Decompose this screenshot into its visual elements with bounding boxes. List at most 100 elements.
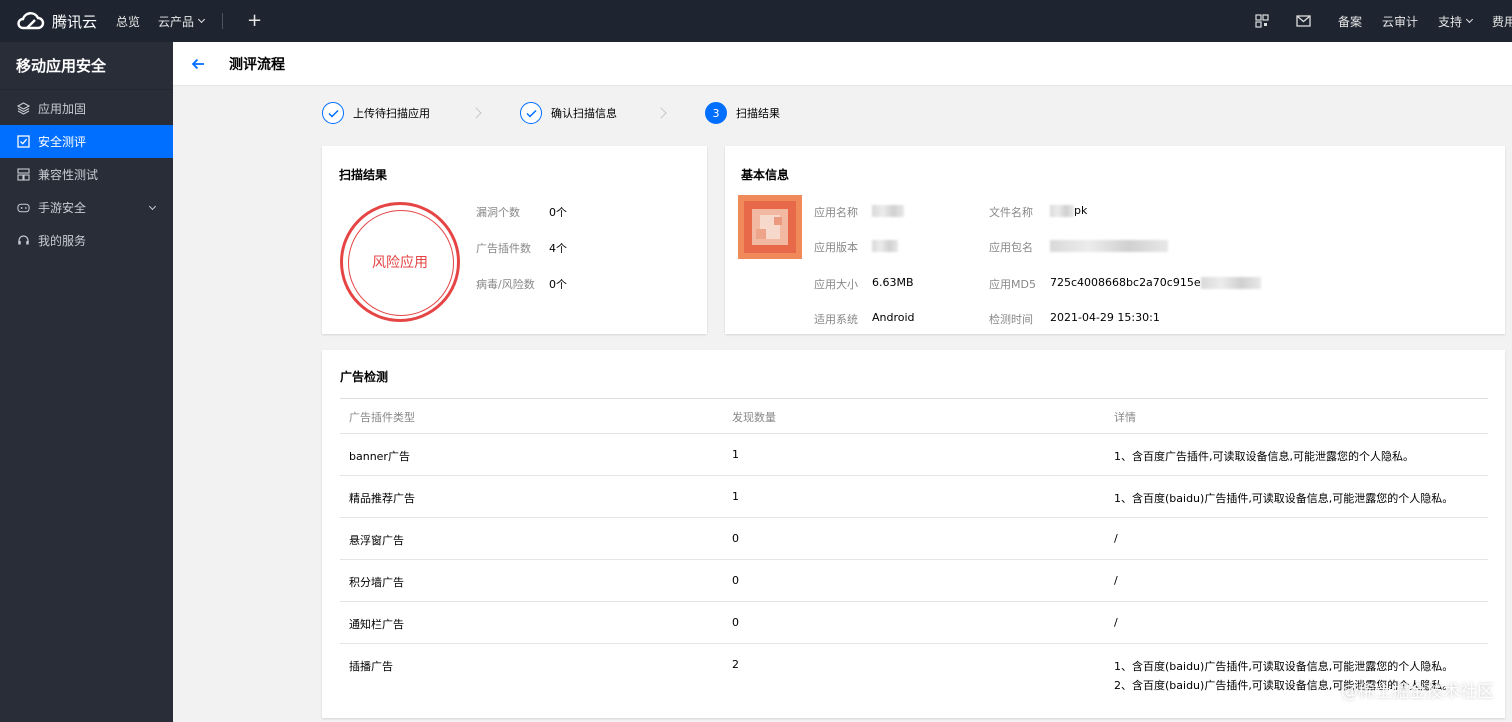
- info-label: 文件名称: [989, 206, 1033, 219]
- ad-type-cell: 精品推荐广告: [349, 492, 415, 505]
- main-content: 测评流程 上传待扫描应用 确认扫描信息 3 扫描结果 扫描结果 风险应用 漏洞个…: [173, 42, 1512, 722]
- ad-detail-cell: 1、含百度广告插件,可读取设备信息,可能泄露您的个人隐私。: [1114, 450, 1414, 463]
- info-label: 应用版本: [814, 241, 858, 254]
- sidebar-item-mobile-game-security[interactable]: 手游安全: [0, 191, 173, 224]
- sidebar-item-compatibility-test[interactable]: 兼容性测试: [0, 158, 173, 191]
- nav-cloud-products[interactable]: 云产品: [158, 13, 206, 30]
- info-label: 应用大小: [814, 278, 858, 291]
- sidebar-item-my-services[interactable]: 我的服务: [0, 224, 173, 257]
- stat-value: 0个: [549, 278, 567, 291]
- chevron-down-icon: [148, 202, 157, 211]
- column-header: 详情: [1114, 411, 1136, 424]
- sidebar-item-security-assessment[interactable]: 安全测评: [0, 125, 173, 158]
- table-row: 悬浮窗广告 0 /: [340, 517, 1488, 559]
- sidebar-item-label: 应用加固: [38, 102, 87, 116]
- sidebar: 移动应用安全 应用加固 安全测评 兼容性测试 手游安全 我的服务: [0, 42, 173, 722]
- card-title: 基本信息: [741, 168, 790, 182]
- cloud-logo-icon: [17, 12, 45, 30]
- table-row: banner广告 1 1、含百度广告插件,可读取设备信息,可能泄露您的个人隐私。: [340, 433, 1488, 475]
- add-shortcut-icon[interactable]: +: [247, 12, 262, 30]
- scan-time-value: 2021-04-29 15:30:1: [1050, 311, 1160, 324]
- sidebar-item-label: 兼容性测试: [38, 168, 99, 182]
- table-header-row: 广告插件类型 发现数量 详情: [340, 398, 1488, 433]
- ad-type-cell: 插播广告: [349, 660, 393, 673]
- step-label: 扫描结果: [736, 107, 780, 120]
- ad-detail-line: 1、含百度(baidu)广告插件,可读取设备信息,可能泄露您的个人隐私。: [1114, 660, 1454, 673]
- gamepad-icon: [17, 201, 30, 214]
- tencent-cloud-logo[interactable]: 腾讯云: [0, 10, 116, 32]
- step-result: 3 扫描结果: [705, 102, 780, 124]
- app-version-value: [872, 239, 898, 252]
- chevron-right-icon: [655, 107, 667, 119]
- nav-cloud-audit[interactable]: 云审计: [1382, 13, 1418, 30]
- info-label: 检测时间: [989, 313, 1033, 326]
- ad-detail-cell: 1、含百度(baidu)广告插件,可读取设备信息,可能泄露您的个人隐私。: [1114, 492, 1454, 505]
- nav-support[interactable]: 支持: [1437, 13, 1474, 30]
- layers-icon: [17, 102, 30, 115]
- nav-overview[interactable]: 总览: [116, 13, 140, 30]
- column-header: 广告插件类型: [349, 411, 415, 424]
- ad-detail-cell: /: [1114, 616, 1118, 629]
- check-icon: [322, 102, 344, 124]
- chevron-down-icon: [1465, 15, 1474, 24]
- ad-detection-card: 广告检测 广告插件类型 发现数量 详情 banner广告 1 1、含百度广告插件…: [322, 350, 1505, 718]
- file-name-value: pk: [1050, 204, 1087, 217]
- file-name-suffix: pk: [1074, 204, 1088, 217]
- md5-visible-part: 725c4008668bc2a70c915e: [1050, 276, 1201, 289]
- stat-label: 病毒/风险数: [476, 278, 535, 291]
- nav-cloud-products-label: 云产品: [158, 14, 195, 29]
- info-label: 应用MD5: [989, 278, 1036, 291]
- progress-steps: 上传待扫描应用 确认扫描信息 3 扫描结果: [322, 102, 780, 124]
- stat-value: 0个: [549, 206, 567, 219]
- sidebar-item-label: 我的服务: [38, 234, 87, 248]
- sidebar-item-label: 手游安全: [38, 201, 87, 215]
- sidebar-title: 移动应用安全: [0, 42, 173, 90]
- card-title: 扫描结果: [339, 168, 388, 182]
- sidebar-item-app-hardening[interactable]: 应用加固: [0, 92, 173, 125]
- ad-type-cell: 通知栏广告: [349, 618, 404, 631]
- table-row: 通知栏广告 0 /: [340, 601, 1488, 643]
- nav-filing[interactable]: 备案: [1338, 13, 1362, 30]
- step-number: 3: [705, 102, 727, 124]
- page-title: 测评流程: [229, 56, 285, 73]
- ad-detail-cell: /: [1114, 532, 1118, 545]
- info-label: 应用包名: [989, 241, 1033, 254]
- qrcode-icon[interactable]: [1248, 0, 1276, 42]
- ad-count-cell: 1: [732, 490, 739, 503]
- step-label: 确认扫描信息: [551, 107, 617, 120]
- nav-billing[interactable]: 费用: [1492, 13, 1512, 30]
- sidebar-item-label: 安全测评: [38, 135, 87, 149]
- stat-value: 4个: [549, 242, 567, 255]
- risk-badge: 风险应用: [340, 202, 460, 322]
- brand-name: 腾讯云: [52, 12, 98, 31]
- page-header: 测评流程: [173, 42, 1512, 86]
- ad-count-cell: 2: [732, 658, 739, 671]
- app-system-value: Android: [872, 311, 915, 324]
- step-label: 上传待扫描应用: [353, 107, 430, 120]
- ad-detail-cell: /: [1114, 574, 1118, 587]
- table-row: 插播广告 2 1、含百度(baidu)广告插件,可读取设备信息,可能泄露您的个人…: [340, 643, 1488, 699]
- card-title: 广告检测: [340, 370, 389, 384]
- risk-verdict: 风险应用: [372, 255, 428, 271]
- step-upload: 上传待扫描应用: [322, 102, 430, 124]
- table-row: 积分墙广告 0 /: [340, 559, 1488, 601]
- md5-value: 725c4008668bc2a70c915e: [1050, 276, 1261, 289]
- watermark: @稀土掘金技术社区: [1341, 682, 1494, 702]
- info-label: 应用名称: [814, 206, 858, 219]
- nav-support-label: 支持: [1437, 14, 1462, 29]
- ad-count-cell: 1: [732, 448, 739, 461]
- stat-label: 广告插件数: [476, 242, 531, 255]
- app-icon-pixelated: [738, 195, 802, 259]
- top-navigation-bar: 腾讯云 总览 云产品 + 备案 云审计 支持 费用: [0, 0, 1512, 42]
- headset-icon: [17, 234, 30, 247]
- ad-type-cell: banner广告: [349, 450, 410, 463]
- chevron-right-icon: [470, 107, 482, 119]
- back-arrow-icon[interactable]: [187, 53, 209, 75]
- mail-icon[interactable]: [1290, 0, 1318, 42]
- nav-divider: [222, 13, 224, 29]
- column-header: 发现数量: [732, 411, 776, 424]
- check-icon: [520, 102, 542, 124]
- chevron-down-icon: [197, 15, 206, 24]
- stat-label: 漏洞个数: [476, 206, 520, 219]
- checkbox-icon: [17, 135, 30, 148]
